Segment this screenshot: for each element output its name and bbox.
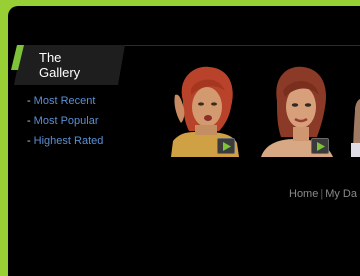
play-button[interactable] — [311, 138, 329, 154]
gallery-thumbnail-3[interactable] — [351, 61, 360, 157]
footer-nav: Home | My Da — [289, 187, 357, 201]
list-item: - Highest Rated — [27, 134, 103, 154]
play-icon — [317, 142, 325, 151]
highest-rated-link[interactable]: Highest Rated — [34, 135, 104, 147]
list-item: - Most Popular — [27, 114, 103, 134]
avatar-image — [351, 61, 360, 157]
gallery-sort-links: - Most Recent - Most Popular - Highest Rate… — [27, 94, 103, 154]
list-bullet: - — [27, 135, 31, 147]
page-title-line-1: The — [39, 50, 62, 65]
list-bullet: - — [27, 95, 31, 107]
page-frame: The Gallery - Most Recent - Most Popular -… — [8, 6, 360, 276]
gallery-header: The Gallery — [8, 45, 125, 85]
play-button[interactable] — [217, 138, 235, 154]
list-item: - Most Recent — [27, 94, 103, 114]
page-title: The Gallery — [39, 50, 119, 80]
list-bullet: - — [27, 115, 31, 127]
my-da-link[interactable]: My Da — [325, 188, 357, 200]
most-recent-link[interactable]: Most Recent — [34, 95, 96, 107]
home-link[interactable]: Home — [289, 188, 318, 200]
header-divider — [108, 45, 360, 46]
nav-separator: | — [320, 188, 324, 200]
page-title-line-2: Gallery — [39, 65, 81, 80]
play-icon — [223, 142, 231, 151]
most-popular-link[interactable]: Most Popular — [34, 115, 99, 127]
